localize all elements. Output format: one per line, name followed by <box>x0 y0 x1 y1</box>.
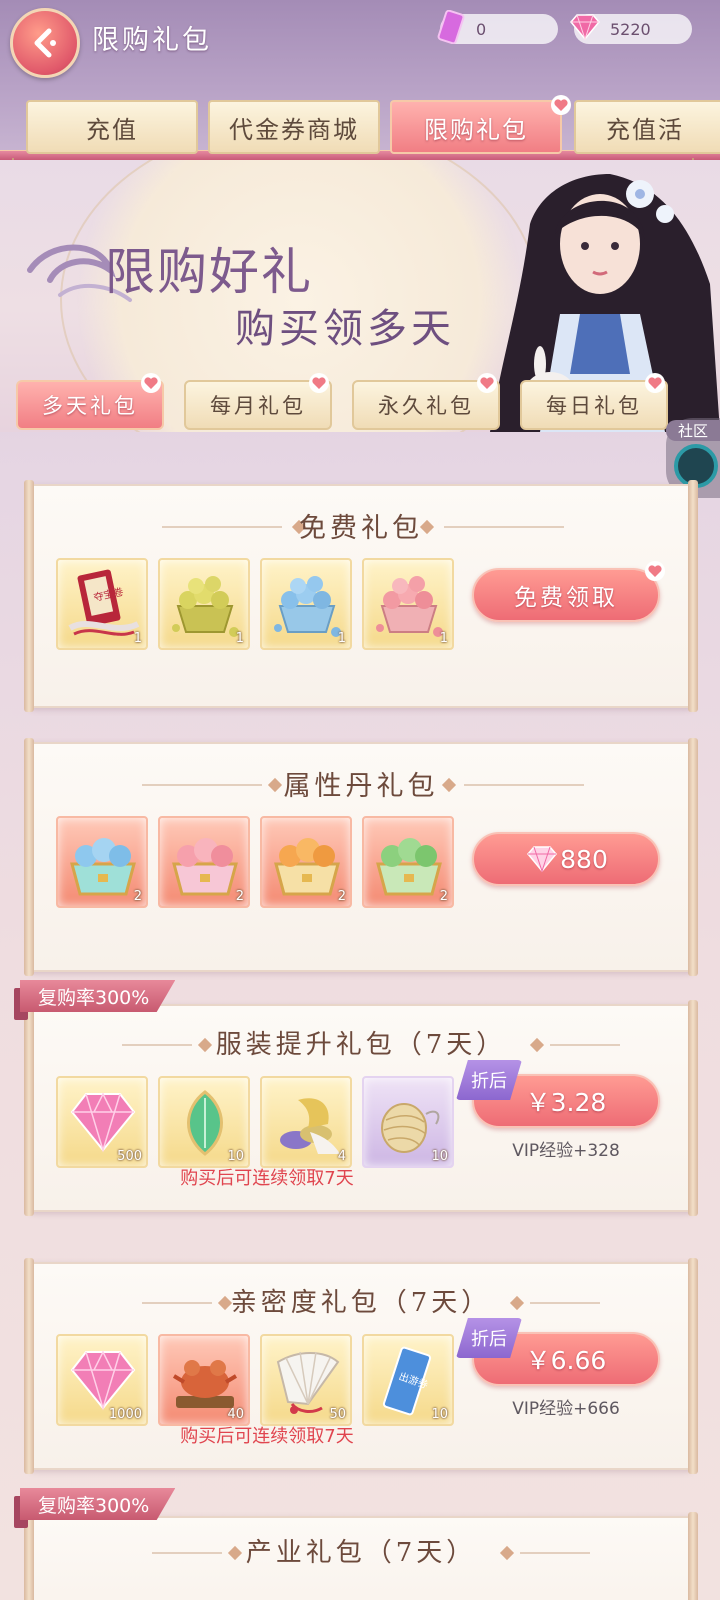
diamond-balance: 5220 <box>570 14 692 44</box>
pack-title: 亲密度礼包（7天） <box>230 1288 492 1318</box>
title-divider-right <box>464 784 584 786</box>
item-quantity: 1 <box>133 631 142 646</box>
reward-item[interactable]: 10 <box>362 1076 454 1168</box>
pack-card-intimacy: 亲密度礼包（7天） 1000 40 50 出游券 10 ￥6.66 折后 VIP… <box>24 1258 698 1474</box>
reward-item[interactable]: 1 <box>158 558 250 650</box>
reward-item[interactable]: 50 <box>260 1334 352 1426</box>
blue-pill-basket-icon <box>274 576 341 637</box>
reward-item[interactable]: 1 <box>260 558 352 650</box>
reward-item[interactable]: 500 <box>56 1076 148 1168</box>
diamond-price: 880 <box>560 844 608 874</box>
item-quantity: 1 <box>235 631 244 646</box>
free-claim-button[interactable]: 免费领取 <box>472 568 660 622</box>
heart-badge-icon <box>645 561 665 581</box>
purchase-note: 购买后可连续领取7天 <box>180 1426 354 1447</box>
repurchase-ribbon: 复购率300% <box>20 1488 176 1520</box>
reward-item[interactable]: 4 <box>260 1076 352 1168</box>
item-quantity: 500 <box>117 1149 142 1164</box>
banner-subtitle: 购买领多天 <box>235 306 455 352</box>
item-quantity: 2 <box>133 889 142 904</box>
item-quantity: 40 <box>227 1407 244 1422</box>
reward-item[interactable]: 2 <box>260 816 352 908</box>
item-quantity: 1 <box>439 631 448 646</box>
item-quantity: 2 <box>235 889 244 904</box>
back-button[interactable] <box>10 8 80 78</box>
item-quantity: 10 <box>431 1149 448 1164</box>
pack-title: 服装提升礼包（7天） <box>215 1030 507 1060</box>
heart-badge-icon <box>141 373 161 393</box>
pack-title: 产业礼包（7天） <box>245 1538 477 1568</box>
seal-scroll-icon: 夺宝卷 <box>68 569 140 636</box>
item-quantity: 1000 <box>108 1407 142 1422</box>
heart-badge-icon <box>551 95 571 115</box>
title-divider-right <box>520 1552 590 1554</box>
main-tab-bar: 充值 代金券商城 限购礼包 充值活 <box>0 95 720 160</box>
reward-item[interactable]: 夺宝卷 1 <box>56 558 148 650</box>
voucher-balance: 0 <box>437 10 558 44</box>
pack-card-outfit: 服装提升礼包（7天） 500 10 4 10 ￥3.28 折后 VIP经验+32… <box>24 1000 698 1216</box>
title-divider-right <box>530 1302 600 1304</box>
fabric-rolls-icon <box>280 1098 340 1154</box>
item-quantity: 1 <box>337 631 346 646</box>
reward-item[interactable]: 2 <box>56 816 148 908</box>
reward-item[interactable]: 出游券 10 <box>362 1334 454 1426</box>
banner-title: 限购好礼 <box>105 243 313 301</box>
pink-peach-box-icon <box>172 838 238 896</box>
title-divider-right <box>550 1044 620 1046</box>
back-arrow-icon <box>34 28 56 58</box>
item-quantity: 10 <box>227 1149 244 1164</box>
heart-badge-icon <box>477 373 497 393</box>
tab-recharge[interactable]: 充值 <box>26 100 198 154</box>
top-bar: 限购礼包 0 5220 充值 代金券商城 限购礼包 充值活 <box>0 0 720 160</box>
item-quantity: 4 <box>337 1149 346 1164</box>
buy-with-diamonds-button[interactable]: 880 <box>472 832 660 886</box>
tab-recharge-events[interactable]: 充值活 <box>574 100 720 154</box>
yellow-pill-basket-icon <box>172 576 239 637</box>
reward-item[interactable]: 2 <box>362 816 454 908</box>
green-peach-box-icon <box>376 838 442 896</box>
reward-item[interactable]: 40 <box>158 1334 250 1426</box>
vip-experience: VIP经验+666 <box>512 1399 620 1419</box>
voucher-icon <box>432 8 470 46</box>
reward-item[interactable]: 2 <box>158 816 250 908</box>
item-quantity: 10 <box>431 1407 448 1422</box>
vip-experience: VIP经验+328 <box>512 1141 620 1161</box>
blue-peach-box-icon <box>70 838 136 896</box>
reward-item[interactable]: 1000 <box>56 1334 148 1426</box>
pack-card-industry: 产业礼包（7天） <box>24 1512 698 1600</box>
repurchase-ribbon: 复购率300% <box>20 980 176 1012</box>
diamond-icon <box>527 846 558 873</box>
diamond-icon <box>566 8 604 46</box>
pack-title: 属性丹礼包 <box>283 771 439 802</box>
pack-card-attribute: 属性丹礼包 2 2 2 2 880 <box>24 738 698 976</box>
item-quantity: 2 <box>337 889 346 904</box>
tab-voucher-shop[interactable]: 代金券商城 <box>208 100 380 154</box>
reward-item[interactable]: 10 <box>158 1076 250 1168</box>
title-divider-right <box>444 526 564 528</box>
tab-limited-packs[interactable]: 限购礼包 <box>390 100 562 154</box>
community-label: 社区 <box>666 420 720 441</box>
orange-peach-box-icon <box>274 838 340 896</box>
purchase-note: 购买后可连续领取7天 <box>180 1168 354 1189</box>
promo-banner: 限购好礼 购买领多天 多天礼包 每月礼包 永久礼包 每日礼包 <box>0 160 720 432</box>
pack-card-free: 免费礼包 夺宝卷 1 1 1 1 免费领取 <box>24 480 698 712</box>
item-quantity: 2 <box>439 889 448 904</box>
heart-badge-icon <box>309 373 329 393</box>
pack-title: 免费礼包 <box>299 513 423 544</box>
pink-pill-basket-icon <box>376 576 443 637</box>
heart-badge-icon <box>645 373 665 393</box>
page-title: 限购礼包 <box>92 25 212 56</box>
reward-item[interactable]: 1 <box>362 558 454 650</box>
item-quantity: 50 <box>329 1407 346 1422</box>
